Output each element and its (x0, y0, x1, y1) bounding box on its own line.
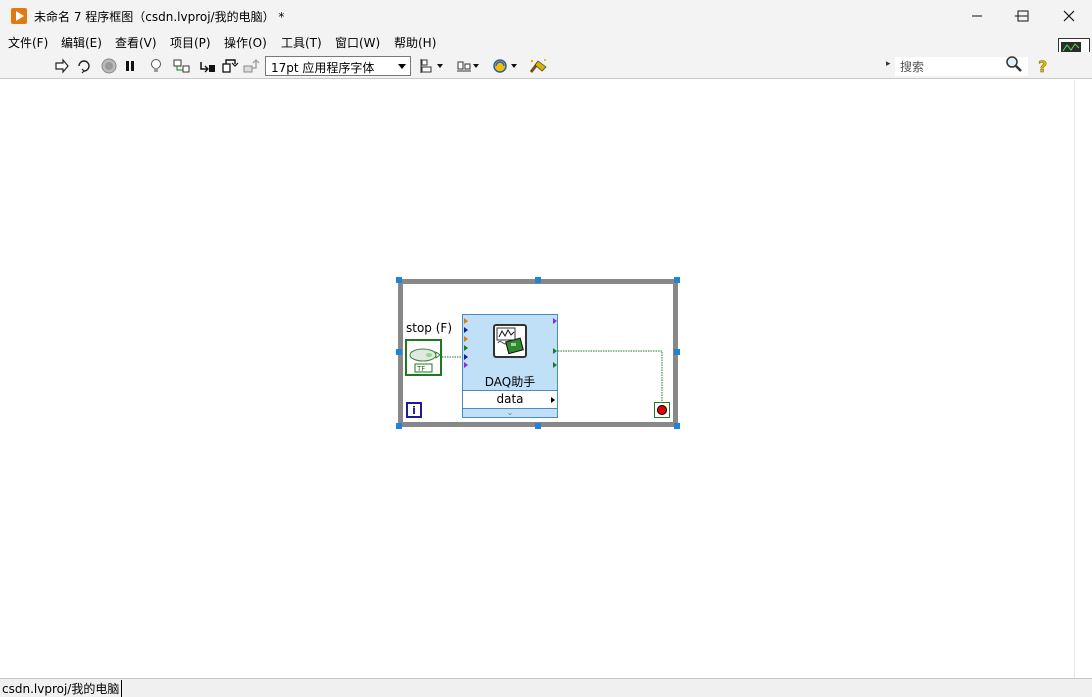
chevron-down-icon (398, 64, 406, 69)
stop-control-label: stop (F) (406, 321, 452, 335)
highlight-execution-icon[interactable] (147, 57, 165, 75)
context-help-icon[interactable]: ? (1035, 57, 1051, 76)
menu-edit[interactable]: 编辑(E) (61, 34, 102, 51)
menu-file[interactable]: 文件(F) (8, 34, 48, 51)
input-terminal[interactable] (464, 327, 468, 333)
output-terminal[interactable] (553, 362, 557, 368)
search-placeholder: 搜索 (900, 60, 925, 74)
selection-handle[interactable] (396, 277, 402, 283)
menu-help[interactable]: 帮助(H) (394, 34, 436, 51)
run-continuously-icon[interactable] (75, 57, 93, 75)
search-icon[interactable] (1005, 55, 1023, 73)
output-terminal[interactable] (553, 348, 557, 354)
align-objects-icon[interactable] (419, 57, 445, 75)
menu-view[interactable]: 查看(V) (115, 34, 157, 51)
title-bar: 未命名 7 程序框图（csdn.lvproj/我的电脑） * — (0, 0, 1092, 32)
status-bar: csdn.lvproj/我的电脑 (0, 678, 1092, 697)
retain-wire-values-icon[interactable] (173, 57, 191, 75)
stop-boolean-control[interactable]: TF (405, 339, 442, 376)
iteration-terminal[interactable]: i (406, 402, 422, 418)
express-vi-title: DAQ助手 (484, 375, 536, 389)
selection-handle[interactable] (674, 277, 680, 283)
context-path[interactable]: csdn.lvproj/我的电脑 (2, 680, 123, 697)
selection-handle[interactable] (535, 277, 541, 283)
menu-operate[interactable]: 操作(O) (224, 34, 267, 51)
selection-handle[interactable] (674, 349, 680, 355)
distribute-objects-icon[interactable] (455, 57, 481, 75)
input-terminal[interactable] (464, 318, 468, 324)
toolbar: 17pt 应用程序字体 ▸ 搜索 ? (0, 52, 1092, 79)
express-output-data[interactable]: data (463, 391, 557, 408)
bool-type-label: TF (416, 365, 425, 373)
output-terminal[interactable] (553, 318, 557, 324)
selection-handle[interactable] (535, 423, 541, 429)
canvas-scroll-edge (1074, 80, 1075, 678)
maximize-icon (1017, 10, 1029, 22)
menu-window[interactable]: 窗口(W) (335, 34, 380, 51)
abort-icon[interactable] (100, 57, 118, 75)
labview-app-icon (11, 8, 27, 24)
cleanup-diagram-icon[interactable] (528, 57, 550, 75)
loop-condition-terminal[interactable] (654, 402, 670, 418)
text-settings-select[interactable]: 17pt 应用程序字体 (265, 56, 411, 76)
menu-project[interactable]: 项目(P) (170, 34, 211, 51)
daq-assistant-icon (493, 324, 527, 358)
expand-chevron-icon[interactable]: ⌄ (463, 408, 557, 417)
input-terminal[interactable] (464, 354, 468, 360)
minimize-icon (972, 15, 982, 17)
step-into-icon[interactable] (199, 57, 217, 75)
menu-bar: 文件(F) 编辑(E) 查看(V) 项目(P) 操作(O) 工具(T) 窗口(W… (0, 32, 1092, 52)
close-button[interactable] (1046, 0, 1092, 32)
input-terminal[interactable] (464, 345, 468, 351)
menu-tools[interactable]: 工具(T) (281, 34, 322, 51)
search-expand-arrow-icon[interactable]: ▸ (886, 59, 891, 69)
svg-text:?: ? (1038, 57, 1047, 75)
input-terminal[interactable] (464, 336, 468, 342)
boolean-button-icon: TF (409, 348, 441, 373)
selection-handle[interactable] (396, 349, 402, 355)
express-output-label: data (496, 392, 524, 406)
reorder-icon[interactable] (491, 57, 519, 75)
step-out-icon[interactable] (243, 57, 261, 75)
step-over-icon[interactable] (221, 57, 239, 75)
selection-handle[interactable] (674, 423, 680, 429)
text-settings-value: 17pt 应用程序字体 (271, 61, 375, 75)
input-terminal[interactable] (464, 362, 468, 368)
selection-handle[interactable] (396, 423, 402, 429)
output-arrow-icon (551, 397, 555, 403)
window-title: 未命名 7 程序框图（csdn.lvproj/我的电脑） * (34, 10, 285, 24)
minimize-button-visual[interactable] (954, 0, 1000, 32)
pause-icon[interactable] (121, 57, 139, 75)
run-arrow-icon[interactable] (53, 57, 71, 75)
maximize-button[interactable] (1000, 0, 1046, 32)
close-icon (1063, 10, 1075, 22)
